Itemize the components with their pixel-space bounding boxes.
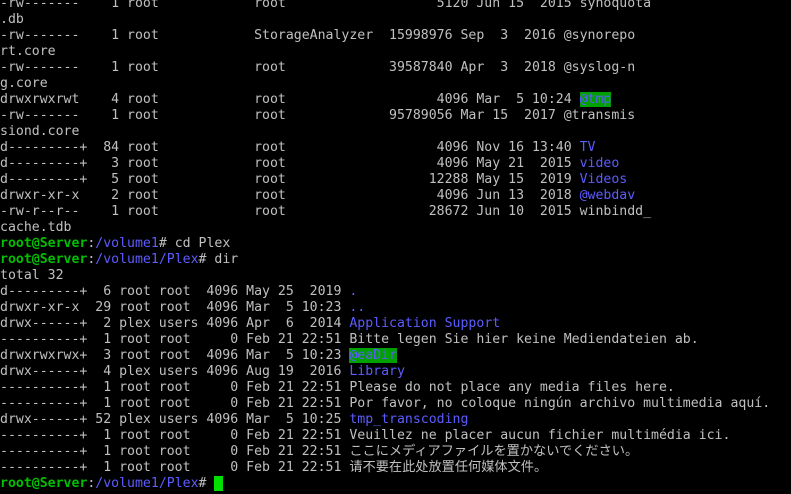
output-text: drwx------+ 4 plex users 4096 Aug 19 201… <box>0 364 350 379</box>
terminal-line: -rw------- 1 root root 39587840 Apr 3 20… <box>0 60 635 76</box>
output-text: g.core <box>0 76 48 91</box>
output-text: drwxr-xr-x 2 root root 4096 Jun 13 2018 <box>0 188 580 203</box>
output-text: drwxrwxrwt 4 root root 4096 Mar 5 10:24 <box>0 92 580 107</box>
output-text: ----------+ 1 root root 0 Feb 21 22:51 こ… <box>0 444 639 459</box>
terminal-line: -rw------- 1 root root 95789056 Mar 15 2… <box>0 108 635 124</box>
directory-name: @webdav <box>579 188 636 203</box>
terminal-line: drwxr-xr-x 2 root root 4096 Jun 13 2018 … <box>0 188 635 204</box>
terminal-line: ----------+ 1 root root 0 Feb 21 22:51 P… <box>0 396 770 412</box>
terminal-line: ----------+ 1 root root 0 Feb 21 22:51 请… <box>0 460 547 476</box>
output-text: .db <box>0 12 24 27</box>
terminal-line: d---------+ 6 root root 4096 May 25 2019… <box>0 284 357 300</box>
output-text: -rw------- 1 root root 5120 Jun 15 2015 … <box>0 0 652 11</box>
terminal-line: root@Server:/volume1# cd Plex <box>0 236 230 252</box>
terminal-line: siond.core <box>0 124 79 140</box>
terminal-line: root@Server:/volume1/Plex# dir <box>0 252 238 268</box>
terminal-line: ----------+ 1 root root 0 Feb 21 22:51 V… <box>0 428 730 444</box>
output-text: drwxrwxrwx+ 3 root root 4096 Mar 5 10:23 <box>0 348 350 363</box>
output-text: ----------+ 1 root root 0 Feb 21 22:51 P… <box>0 396 771 411</box>
output-text: total 32 <box>0 268 64 283</box>
terminal-line: drwxr-xr-x 29 root root 4096 Mar 5 10:23… <box>0 300 365 316</box>
directory-name: tmp_transcoding <box>349 412 469 427</box>
prompt-user-host: root@Server <box>0 252 88 267</box>
directory-name: . <box>349 284 358 299</box>
terminal-line: cache.tdb <box>0 220 71 236</box>
output-text: cache.tdb <box>0 220 72 235</box>
prompt-line: root@Server:/volume1/Plex# <box>0 476 224 492</box>
output-text: rt.core <box>0 44 56 59</box>
terminal-line: total 32 <box>0 268 64 284</box>
directory-name: Library <box>349 364 405 379</box>
directory-name: TV <box>579 140 596 155</box>
prompt-path: /volume1/Plex <box>95 476 199 491</box>
output-text: # <box>198 476 215 491</box>
terminal-line: rt.core <box>0 44 56 60</box>
prompt-user-host: root@Server <box>0 476 88 491</box>
output-text: # dir <box>198 252 239 267</box>
terminal-line: drwxrwxrwt 4 root root 4096 Mar 5 10:24 … <box>0 92 612 108</box>
terminal-window[interactable]: -rw------- 1 root root 5120 Jun 15 2015 … <box>0 0 791 494</box>
output-text: d---------+ 6 root root 4096 May 25 2019 <box>0 284 350 299</box>
terminal-line: d---------+ 84 root root 4096 Nov 16 13:… <box>0 140 595 156</box>
terminal-line: ----------+ 1 root root 0 Feb 21 22:51 P… <box>0 380 675 396</box>
directory-name: Application Support <box>349 316 501 331</box>
output-text: ----------+ 1 root root 0 Feb 21 22:51 V… <box>0 428 731 443</box>
prompt-path: /volume1/Plex <box>95 252 199 267</box>
terminal-line: -rw------- 1 root StorageAnalyzer 159989… <box>0 28 635 44</box>
output-text: drwxr-xr-x 29 root root 4096 Mar 5 10:23 <box>0 300 350 315</box>
directory-name: .. <box>349 300 366 315</box>
output-text: # cd Plex <box>158 236 231 251</box>
terminal-line: -rw------- 1 root root 5120 Jun 15 2015 … <box>0 0 651 12</box>
prompt-user-host: root@Server <box>0 236 88 251</box>
terminal-line: drwx------+ 2 plex users 4096 Apr 6 2014… <box>0 316 500 332</box>
output-text: siond.core <box>0 124 80 139</box>
output-text: -rw------- 1 root root 95789056 Mar 15 2… <box>0 108 636 123</box>
output-text: ----------+ 1 root root 0 Feb 21 22:51 请… <box>0 460 548 475</box>
terminal-line: ----------+ 1 root root 0 Feb 21 22:51 こ… <box>0 444 638 460</box>
terminal-line: d---------+ 3 root root 4096 May 21 2015… <box>0 156 619 172</box>
output-text: ----------+ 1 root root 0 Feb 21 22:51 P… <box>0 380 675 395</box>
prompt-path: /volume1 <box>95 236 159 251</box>
output-text: drwx------+ 2 plex users 4096 Apr 6 2014 <box>0 316 350 331</box>
terminal-line: -rw-r--r-- 1 root root 28672 Jun 10 2015… <box>0 204 651 220</box>
output-text: -rw------- 1 root StorageAnalyzer 159989… <box>0 28 636 43</box>
directory-name: Videos <box>579 172 628 187</box>
directory-name: video <box>579 156 620 171</box>
text-cursor[interactable] <box>214 476 224 491</box>
terminal-line: g.core <box>0 76 48 92</box>
output-text: drwx------+ 52 plex users 4096 Mar 5 10:… <box>0 412 350 427</box>
sticky-directory-name: @tmp <box>579 92 612 107</box>
terminal-line: .db <box>0 12 24 28</box>
output-text: -rw------- 1 root root 39587840 Apr 3 20… <box>0 60 636 75</box>
terminal-line: drwxrwxrwx+ 3 root root 4096 Mar 5 10:23… <box>0 348 397 364</box>
output-text: -rw-r--r-- 1 root root 28672 Jun 10 2015… <box>0 204 652 219</box>
output-text: d---------+ 84 root root 4096 Nov 16 13:… <box>0 140 580 155</box>
output-text: d---------+ 5 root root 12288 May 15 201… <box>0 172 580 187</box>
output-text: ----------+ 1 root root 0 Feb 21 22:51 B… <box>0 332 699 347</box>
terminal-line: drwx------+ 4 plex users 4096 Aug 19 201… <box>0 364 405 380</box>
output-text: d---------+ 3 root root 4096 May 21 2015 <box>0 156 580 171</box>
terminal-line: d---------+ 5 root root 12288 May 15 201… <box>0 172 627 188</box>
terminal-line: drwx------+ 52 plex users 4096 Mar 5 10:… <box>0 412 468 428</box>
sticky-directory-name: @eaDir <box>349 348 397 363</box>
terminal-line: ----------+ 1 root root 0 Feb 21 22:51 B… <box>0 332 699 348</box>
